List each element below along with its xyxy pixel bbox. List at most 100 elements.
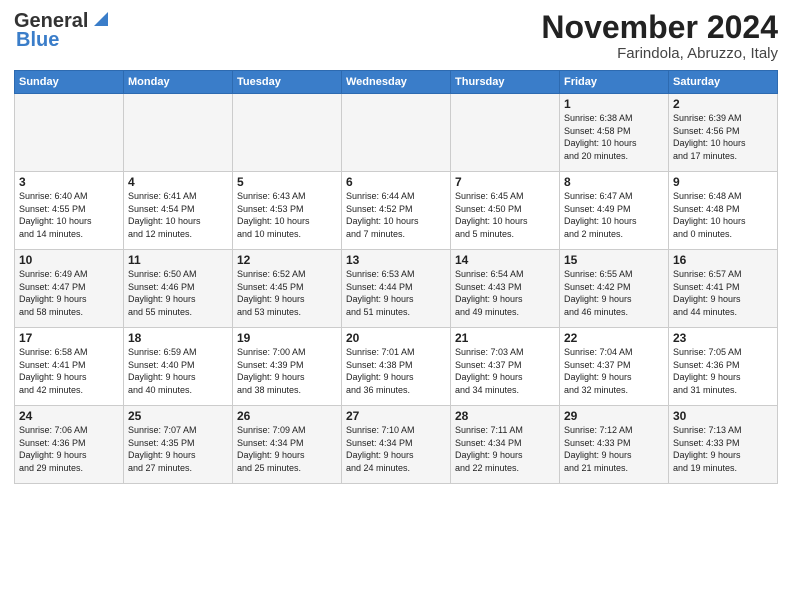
day-header-saturday: Saturday	[669, 71, 778, 94]
day-number: 29	[564, 409, 664, 423]
day-number: 26	[237, 409, 337, 423]
logo-icon	[90, 10, 108, 28]
week-row-5: 24Sunrise: 7:06 AM Sunset: 4:36 PM Dayli…	[15, 406, 778, 484]
day-header-sunday: Sunday	[15, 71, 124, 94]
week-row-2: 3Sunrise: 6:40 AM Sunset: 4:55 PM Daylig…	[15, 172, 778, 250]
day-info: Sunrise: 7:13 AM Sunset: 4:33 PM Dayligh…	[673, 424, 773, 474]
calendar-cell	[451, 94, 560, 172]
month-title: November 2024	[541, 10, 778, 45]
logo-blue: Blue	[16, 29, 59, 51]
day-number: 17	[19, 331, 119, 345]
day-number: 20	[346, 331, 446, 345]
day-info: Sunrise: 6:55 AM Sunset: 4:42 PM Dayligh…	[564, 268, 664, 318]
calendar-cell: 3Sunrise: 6:40 AM Sunset: 4:55 PM Daylig…	[15, 172, 124, 250]
day-info: Sunrise: 6:47 AM Sunset: 4:49 PM Dayligh…	[564, 190, 664, 240]
day-number: 6	[346, 175, 446, 189]
day-header-friday: Friday	[560, 71, 669, 94]
day-number: 25	[128, 409, 228, 423]
day-number: 24	[19, 409, 119, 423]
day-info: Sunrise: 7:10 AM Sunset: 4:34 PM Dayligh…	[346, 424, 446, 474]
day-info: Sunrise: 7:09 AM Sunset: 4:34 PM Dayligh…	[237, 424, 337, 474]
day-header-monday: Monday	[124, 71, 233, 94]
day-info: Sunrise: 7:05 AM Sunset: 4:36 PM Dayligh…	[673, 346, 773, 396]
calendar-cell: 7Sunrise: 6:45 AM Sunset: 4:50 PM Daylig…	[451, 172, 560, 250]
day-number: 10	[19, 253, 119, 267]
day-info: Sunrise: 6:41 AM Sunset: 4:54 PM Dayligh…	[128, 190, 228, 240]
week-row-3: 10Sunrise: 6:49 AM Sunset: 4:47 PM Dayli…	[15, 250, 778, 328]
day-number: 14	[455, 253, 555, 267]
day-info: Sunrise: 6:38 AM Sunset: 4:58 PM Dayligh…	[564, 112, 664, 162]
day-number: 15	[564, 253, 664, 267]
day-info: Sunrise: 6:48 AM Sunset: 4:48 PM Dayligh…	[673, 190, 773, 240]
day-info: Sunrise: 6:54 AM Sunset: 4:43 PM Dayligh…	[455, 268, 555, 318]
day-info: Sunrise: 6:39 AM Sunset: 4:56 PM Dayligh…	[673, 112, 773, 162]
day-number: 4	[128, 175, 228, 189]
calendar-cell: 11Sunrise: 6:50 AM Sunset: 4:46 PM Dayli…	[124, 250, 233, 328]
title-area: November 2024 Farindola, Abruzzo, Italy	[541, 10, 778, 62]
day-number: 5	[237, 175, 337, 189]
logo: General Blue	[14, 10, 108, 52]
day-info: Sunrise: 6:40 AM Sunset: 4:55 PM Dayligh…	[19, 190, 119, 240]
calendar-cell: 23Sunrise: 7:05 AM Sunset: 4:36 PM Dayli…	[669, 328, 778, 406]
calendar-cell: 27Sunrise: 7:10 AM Sunset: 4:34 PM Dayli…	[342, 406, 451, 484]
calendar-cell: 24Sunrise: 7:06 AM Sunset: 4:36 PM Dayli…	[15, 406, 124, 484]
day-number: 8	[564, 175, 664, 189]
day-number: 22	[564, 331, 664, 345]
calendar-cell	[233, 94, 342, 172]
day-info: Sunrise: 7:00 AM Sunset: 4:39 PM Dayligh…	[237, 346, 337, 396]
calendar-cell: 25Sunrise: 7:07 AM Sunset: 4:35 PM Dayli…	[124, 406, 233, 484]
day-number: 9	[673, 175, 773, 189]
day-info: Sunrise: 7:12 AM Sunset: 4:33 PM Dayligh…	[564, 424, 664, 474]
calendar-cell: 19Sunrise: 7:00 AM Sunset: 4:39 PM Dayli…	[233, 328, 342, 406]
calendar-cell	[342, 94, 451, 172]
day-info: Sunrise: 7:03 AM Sunset: 4:37 PM Dayligh…	[455, 346, 555, 396]
calendar-cell	[15, 94, 124, 172]
day-number: 3	[19, 175, 119, 189]
day-info: Sunrise: 6:50 AM Sunset: 4:46 PM Dayligh…	[128, 268, 228, 318]
calendar-cell: 1Sunrise: 6:38 AM Sunset: 4:58 PM Daylig…	[560, 94, 669, 172]
day-info: Sunrise: 6:44 AM Sunset: 4:52 PM Dayligh…	[346, 190, 446, 240]
day-number: 2	[673, 97, 773, 111]
day-header-thursday: Thursday	[451, 71, 560, 94]
day-number: 1	[564, 97, 664, 111]
calendar-cell: 15Sunrise: 6:55 AM Sunset: 4:42 PM Dayli…	[560, 250, 669, 328]
day-number: 13	[346, 253, 446, 267]
calendar-cell: 9Sunrise: 6:48 AM Sunset: 4:48 PM Daylig…	[669, 172, 778, 250]
calendar-cell: 8Sunrise: 6:47 AM Sunset: 4:49 PM Daylig…	[560, 172, 669, 250]
day-number: 18	[128, 331, 228, 345]
day-info: Sunrise: 7:04 AM Sunset: 4:37 PM Dayligh…	[564, 346, 664, 396]
calendar-cell: 6Sunrise: 6:44 AM Sunset: 4:52 PM Daylig…	[342, 172, 451, 250]
day-info: Sunrise: 6:53 AM Sunset: 4:44 PM Dayligh…	[346, 268, 446, 318]
calendar-cell: 2Sunrise: 6:39 AM Sunset: 4:56 PM Daylig…	[669, 94, 778, 172]
day-number: 21	[455, 331, 555, 345]
calendar-cell: 26Sunrise: 7:09 AM Sunset: 4:34 PM Dayli…	[233, 406, 342, 484]
calendar-cell: 20Sunrise: 7:01 AM Sunset: 4:38 PM Dayli…	[342, 328, 451, 406]
day-number: 23	[673, 331, 773, 345]
day-info: Sunrise: 6:58 AM Sunset: 4:41 PM Dayligh…	[19, 346, 119, 396]
day-number: 28	[455, 409, 555, 423]
location: Farindola, Abruzzo, Italy	[541, 45, 778, 62]
calendar-cell: 4Sunrise: 6:41 AM Sunset: 4:54 PM Daylig…	[124, 172, 233, 250]
calendar-cell: 12Sunrise: 6:52 AM Sunset: 4:45 PM Dayli…	[233, 250, 342, 328]
week-row-1: 1Sunrise: 6:38 AM Sunset: 4:58 PM Daylig…	[15, 94, 778, 172]
calendar-cell: 5Sunrise: 6:43 AM Sunset: 4:53 PM Daylig…	[233, 172, 342, 250]
header-row: SundayMondayTuesdayWednesdayThursdayFrid…	[15, 71, 778, 94]
calendar-cell: 28Sunrise: 7:11 AM Sunset: 4:34 PM Dayli…	[451, 406, 560, 484]
day-info: Sunrise: 6:52 AM Sunset: 4:45 PM Dayligh…	[237, 268, 337, 318]
calendar-cell: 10Sunrise: 6:49 AM Sunset: 4:47 PM Dayli…	[15, 250, 124, 328]
day-info: Sunrise: 6:57 AM Sunset: 4:41 PM Dayligh…	[673, 268, 773, 318]
header: General Blue November 2024 Farindola, Ab…	[14, 10, 778, 62]
day-number: 19	[237, 331, 337, 345]
day-info: Sunrise: 6:45 AM Sunset: 4:50 PM Dayligh…	[455, 190, 555, 240]
day-info: Sunrise: 7:01 AM Sunset: 4:38 PM Dayligh…	[346, 346, 446, 396]
day-info: Sunrise: 7:07 AM Sunset: 4:35 PM Dayligh…	[128, 424, 228, 474]
day-header-wednesday: Wednesday	[342, 71, 451, 94]
calendar-cell: 18Sunrise: 6:59 AM Sunset: 4:40 PM Dayli…	[124, 328, 233, 406]
calendar-cell: 30Sunrise: 7:13 AM Sunset: 4:33 PM Dayli…	[669, 406, 778, 484]
day-info: Sunrise: 6:49 AM Sunset: 4:47 PM Dayligh…	[19, 268, 119, 318]
calendar-cell: 21Sunrise: 7:03 AM Sunset: 4:37 PM Dayli…	[451, 328, 560, 406]
day-number: 16	[673, 253, 773, 267]
day-number: 11	[128, 253, 228, 267]
calendar-table: SundayMondayTuesdayWednesdayThursdayFrid…	[14, 70, 778, 484]
calendar-cell: 29Sunrise: 7:12 AM Sunset: 4:33 PM Dayli…	[560, 406, 669, 484]
